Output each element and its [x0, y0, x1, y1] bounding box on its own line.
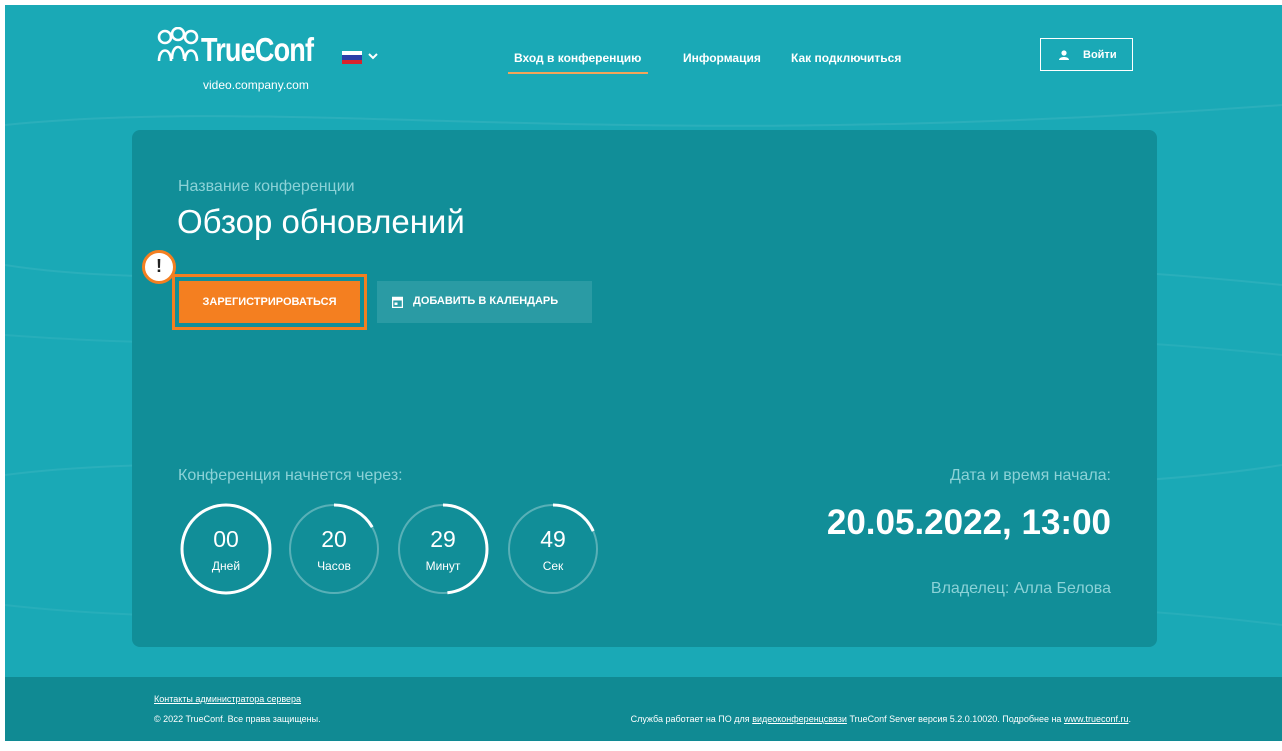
- language-selector[interactable]: [342, 49, 390, 65]
- seconds-value: 49: [540, 526, 566, 552]
- nav-join-conference[interactable]: Вход в конференцию: [514, 51, 641, 65]
- register-button[interactable]: ЗАРЕГИСТРИРОВАТЬСЯ: [179, 281, 360, 323]
- countdown-days: 00 Дней: [179, 502, 273, 596]
- days-value: 00: [213, 526, 239, 552]
- days-unit: Дней: [211, 559, 241, 573]
- calendar-label: ДОБАВИТЬ В КАЛЕНДАРЬ: [413, 295, 559, 307]
- trueconf-site-link[interactable]: www.trueconf.ru: [1064, 714, 1129, 724]
- minutes-unit: Минут: [425, 559, 461, 573]
- alert-icon: !: [142, 250, 176, 284]
- login-button[interactable]: Войти: [1040, 38, 1133, 71]
- service-info: Служба работает на ПО для видеоконференц…: [631, 714, 1131, 724]
- nav-active-indicator: [508, 72, 648, 74]
- conference-title: Обзор обновлений: [177, 203, 465, 240]
- conference-card: Название конференции Обзор обновлений ЗА…: [132, 130, 1157, 647]
- logo-text: TrueConf: [201, 31, 314, 68]
- login-label: Войти: [1083, 49, 1117, 61]
- nav-how-to-connect[interactable]: Как подключиться: [791, 51, 901, 65]
- trueconf-logo[interactable]: TrueConf video.company.com: [155, 27, 325, 97]
- app-window: TrueConf video.company.com Вход в конфер…: [5, 5, 1282, 741]
- owner-label: Владелец:: [930, 580, 1010, 597]
- countdown-seconds: 49 Сек: [506, 502, 600, 596]
- countdown-hours: 20 Часов: [287, 502, 381, 596]
- countdown-minutes: 29 Минут: [396, 502, 490, 596]
- minutes-value: 29: [430, 526, 456, 552]
- logo-people-icon: [157, 27, 199, 62]
- chevron-down-icon: [368, 53, 378, 60]
- videoconferencing-link[interactable]: видеоконференцсвязи: [752, 714, 847, 724]
- owner-info: Владелец: Алла Белова: [931, 580, 1111, 598]
- add-to-calendar-button[interactable]: ДОБАВИТЬ В КАЛЕНДАРЬ: [377, 281, 592, 323]
- owner-name: Алла Белова: [1013, 580, 1111, 597]
- server-domain: video.company.com: [203, 78, 309, 92]
- ru-flag-icon: [342, 51, 362, 64]
- countdown-label: Конференция начнется через:: [178, 467, 403, 484]
- start-time-value: 20.05.2022, 13:00: [826, 503, 1111, 542]
- hours-unit: Часов: [317, 559, 351, 573]
- start-time-label: Дата и время начала:: [950, 467, 1111, 484]
- admin-contacts-link[interactable]: Контакты администратора сервера: [154, 694, 301, 704]
- service-middle: TrueConf Server версия 5.2.0.10020. Подр…: [849, 714, 1062, 724]
- service-suffix: .: [1128, 714, 1131, 724]
- user-icon: [1059, 50, 1069, 60]
- conference-name-label: Название конференции: [178, 178, 355, 195]
- calendar-icon: [392, 296, 403, 308]
- service-prefix: Служба работает на ПО для: [630, 714, 750, 724]
- copyright-text: © 2022 TrueConf. Все права защищены.: [154, 714, 321, 724]
- footer: Контакты администратора сервера © 2022 T…: [5, 677, 1282, 741]
- nav-information[interactable]: Информация: [683, 51, 761, 65]
- hours-value: 20: [321, 526, 347, 552]
- seconds-unit: Сек: [542, 559, 564, 573]
